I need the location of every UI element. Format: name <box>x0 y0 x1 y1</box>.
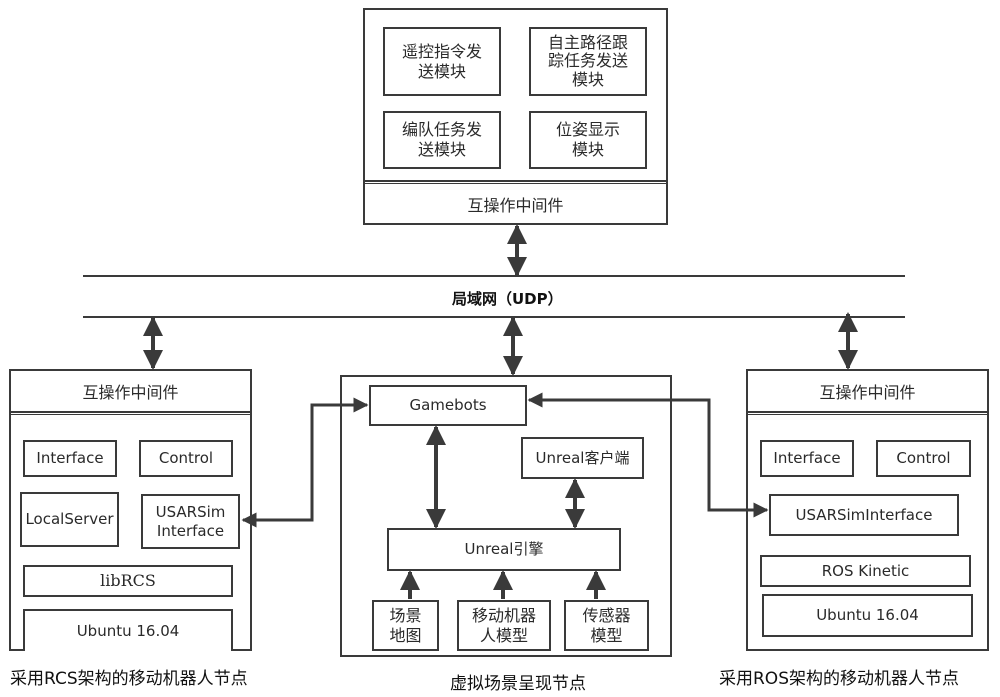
rcs-interface: Interface <box>23 440 117 477</box>
rcs-node-middleware: 互操作中间件 <box>82 383 179 402</box>
ros-os: Ubuntu 16.04 <box>762 594 973 637</box>
sim-node-caption: 虚拟场景呈现节点 <box>450 674 586 694</box>
rcs-node-caption: 采用RCS架构的移动机器人节点 <box>10 669 248 689</box>
ros-node-caption: 采用ROS架构的移动机器人节点 <box>719 669 959 689</box>
unreal-engine: Unreal引擎 <box>387 528 621 571</box>
scene-map: 场景 地图 <box>372 600 439 651</box>
rcs-lib: libRCS <box>23 565 233 597</box>
rcs-usarsim-interface: USARSim Interface <box>141 494 240 549</box>
rcs-os: Ubuntu 16.04 <box>23 609 233 651</box>
ros-usarsim-interface: USARSimInterface <box>769 494 959 536</box>
pose-display-module: 位姿显示 模块 <box>529 111 647 169</box>
sensor-model: 传感器 模型 <box>564 600 649 651</box>
ros-control: Control <box>876 440 971 477</box>
remote-command-module: 遥控指令发 送模块 <box>383 27 501 96</box>
ros-interface: Interface <box>760 440 854 477</box>
separator <box>748 411 987 415</box>
ros-kinetic: ROS Kinetic <box>760 555 971 587</box>
gamebots: Gamebots <box>369 385 527 426</box>
path-tracking-module: 自主路径跟 踪任务发送 模块 <box>529 27 647 96</box>
rcs-control: Control <box>139 440 233 477</box>
robot-model: 移动机器 人模型 <box>457 600 551 651</box>
ros-node-middleware: 互操作中间件 <box>819 383 916 402</box>
network-label: 局域网（UDP） <box>452 290 563 308</box>
control-node-middleware: 互操作中间件 <box>467 196 564 215</box>
separator <box>11 411 250 415</box>
rcs-local-server: LocalServer <box>20 492 119 547</box>
formation-task-module: 编队任务发 送模块 <box>383 111 501 169</box>
unreal-client: Unreal客户端 <box>521 437 644 479</box>
